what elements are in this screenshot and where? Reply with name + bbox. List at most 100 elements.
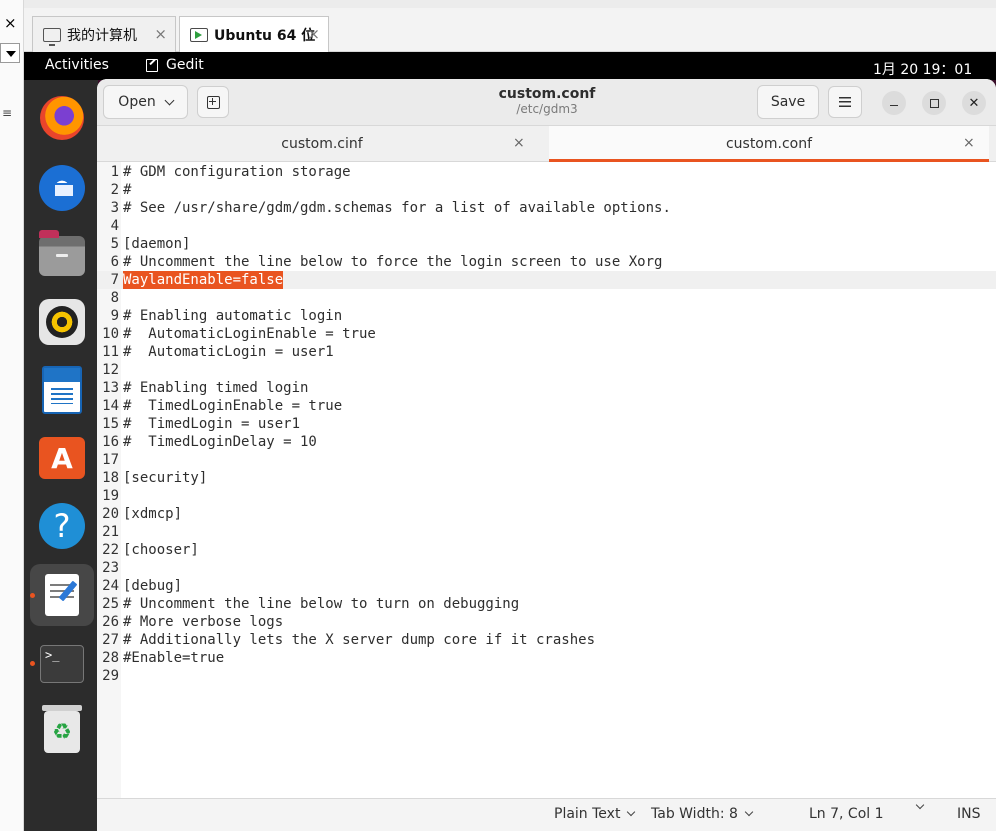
host-tab-my-computer[interactable]: 我的计算机 × xyxy=(32,16,176,52)
editor-line[interactable]: 9 # Enabling automatic login xyxy=(97,307,996,325)
header-bar: Open custom.conf /etc/gdm3 Save ✕ xyxy=(97,79,996,126)
editor-line[interactable]: 23 xyxy=(97,559,996,577)
editor-line[interactable]: 19 xyxy=(97,487,996,505)
host-tab-ubuntu[interactable]: Ubuntu 64 位 × xyxy=(179,16,329,52)
language-label: Plain Text xyxy=(554,806,621,822)
line-number: 17 xyxy=(102,452,119,468)
line-number: 23 xyxy=(102,560,119,576)
selected-text: WaylandEnable=false xyxy=(123,271,284,289)
editor-line[interactable]: 22 [chooser] xyxy=(97,541,996,559)
editor-line[interactable]: 28 #Enable=true xyxy=(97,649,996,667)
dock-item-files[interactable] xyxy=(36,230,88,282)
editor-line[interactable]: 15 # TimedLogin = user1 xyxy=(97,415,996,433)
line-text: # TimedLoginEnable = true xyxy=(123,398,343,414)
dock-item-rhythmbox[interactable] xyxy=(36,296,88,348)
vm-icon xyxy=(190,27,208,42)
dock-item-writer[interactable] xyxy=(36,364,88,416)
close-button[interactable]: ✕ xyxy=(962,91,986,115)
gedit-window: Open custom.conf /etc/gdm3 Save ✕ custom… xyxy=(97,79,996,831)
host-tab-label: 我的计算机 xyxy=(67,27,137,44)
tab-width-label: Tab Width: 8 xyxy=(651,806,738,822)
host-dropdown[interactable] xyxy=(0,43,20,63)
editor-line[interactable]: 7 WaylandEnable=false xyxy=(97,271,996,289)
host-tab-label: Ubuntu 64 位 xyxy=(214,27,316,44)
line-number: 4 xyxy=(110,218,119,234)
chevron-down-icon xyxy=(915,800,925,810)
editor-line[interactable]: 21 xyxy=(97,523,996,541)
dock-item-software[interactable]: A xyxy=(36,432,88,484)
clock[interactable]: 1月 20 19：01 xyxy=(873,59,972,79)
gedit-icon xyxy=(146,58,158,72)
line-text: # Additionally lets the X server dump co… xyxy=(123,632,596,648)
editor-line[interactable]: 20 [xdmcp] xyxy=(97,505,996,523)
main-menu-button[interactable] xyxy=(828,86,862,118)
line-number: 21 xyxy=(102,524,119,540)
line-number: 3 xyxy=(110,200,119,216)
editor-line[interactable]: 24 [debug] xyxy=(97,577,996,595)
running-indicator xyxy=(30,661,35,666)
editor-line[interactable]: 3 # See /usr/share/gdm/gdm.schemas for a … xyxy=(97,199,996,217)
line-number: 27 xyxy=(102,632,119,648)
cursor-position[interactable]: Ln 7, Col 1 xyxy=(809,806,884,822)
editor-line[interactable]: 1 # GDM configuration storage xyxy=(97,163,996,181)
open-button[interactable]: Open xyxy=(103,85,188,119)
line-number: 2 xyxy=(110,182,119,198)
line-number: 28 xyxy=(102,650,119,666)
host-close-icon[interactable]: × xyxy=(4,14,17,32)
line-number: 18 xyxy=(102,470,119,486)
new-tab-button[interactable] xyxy=(197,86,229,118)
line-number: 20 xyxy=(102,506,119,522)
minimize-button[interactable] xyxy=(882,91,906,115)
tab-close-icon[interactable]: × xyxy=(963,135,975,151)
editor-line[interactable]: 6 # Uncomment the line below to force the… xyxy=(97,253,996,271)
editor-line[interactable]: 2 # xyxy=(97,181,996,199)
editor-line[interactable]: 26 # More verbose logs xyxy=(97,613,996,631)
terminal-icon: >_ xyxy=(40,645,84,683)
status-bar: Plain Text Tab Width: 8 Ln 7, Col 1 INS xyxy=(97,798,996,831)
dock-item-firefox[interactable] xyxy=(36,92,88,144)
editor-line[interactable]: 29 xyxy=(97,667,996,685)
dock-item-help[interactable]: ? xyxy=(36,500,88,552)
save-button[interactable]: Save xyxy=(757,85,819,119)
maximize-button[interactable] xyxy=(922,91,946,115)
host-tab-close-icon[interactable]: × xyxy=(154,25,167,43)
dock-item-gedit[interactable] xyxy=(30,564,94,626)
editor-line[interactable]: 13 # Enabling timed login xyxy=(97,379,996,397)
editor-line[interactable]: 4 xyxy=(97,217,996,235)
app-menu[interactable]: Gedit xyxy=(146,57,204,73)
tab-close-icon[interactable]: × xyxy=(513,135,525,151)
language-selector[interactable]: Plain Text xyxy=(554,806,636,822)
host-tab-bar: 我的计算机 × Ubuntu 64 位 × xyxy=(24,0,996,52)
position-menu[interactable] xyxy=(915,800,925,810)
editor-line[interactable]: 8 xyxy=(97,289,996,307)
editor-line[interactable]: 18 [security] xyxy=(97,469,996,487)
line-text: [security] xyxy=(123,470,208,486)
editor-line[interactable]: 10 # AutomaticLoginEnable = true xyxy=(97,325,996,343)
dock-item-thunderbird[interactable] xyxy=(36,162,88,214)
tab-custom-cinf[interactable]: custom.cinf × xyxy=(97,126,547,162)
editor-line[interactable]: 16 # TimedLoginDelay = 10 xyxy=(97,433,996,451)
activities-button[interactable]: Activities xyxy=(45,57,109,73)
host-tab-close-icon[interactable]: × xyxy=(307,25,320,43)
editor-line[interactable]: 17 xyxy=(97,451,996,469)
ubuntu-desktop: Activities Gedit 1月 20 19：01 A ? >_ ♻ Op… xyxy=(24,52,996,831)
editor-line[interactable]: 25 # Uncomment the line below to turn on … xyxy=(97,595,996,613)
line-number: 14 xyxy=(102,398,119,414)
editor-line[interactable]: 12 xyxy=(97,361,996,379)
line-number: 13 xyxy=(102,380,119,396)
editor-line[interactable]: 5 [daemon] xyxy=(97,235,996,253)
tab-custom-conf[interactable]: custom.conf × xyxy=(549,126,989,162)
line-text: # GDM configuration storage xyxy=(123,164,351,180)
editor-line[interactable]: 14 # TimedLoginEnable = true xyxy=(97,397,996,415)
tab-width-selector[interactable]: Tab Width: 8 xyxy=(651,806,754,822)
dock-item-trash[interactable]: ♻ xyxy=(36,705,88,758)
trash-icon: ♻ xyxy=(42,705,82,753)
document-title: custom.conf xyxy=(498,86,596,102)
line-number: 10 xyxy=(102,326,119,342)
line-number: 1 xyxy=(110,164,119,180)
close-icon: ✕ xyxy=(968,95,980,111)
editor-line[interactable]: 11 # AutomaticLogin = user1 xyxy=(97,343,996,361)
dock-item-terminal[interactable]: >_ xyxy=(36,638,88,690)
editor-line[interactable]: 27 # Additionally lets the X server dump … xyxy=(97,631,996,649)
text-view[interactable]: 1 # GDM configuration storage 2 #3 # See /us… xyxy=(97,162,996,798)
